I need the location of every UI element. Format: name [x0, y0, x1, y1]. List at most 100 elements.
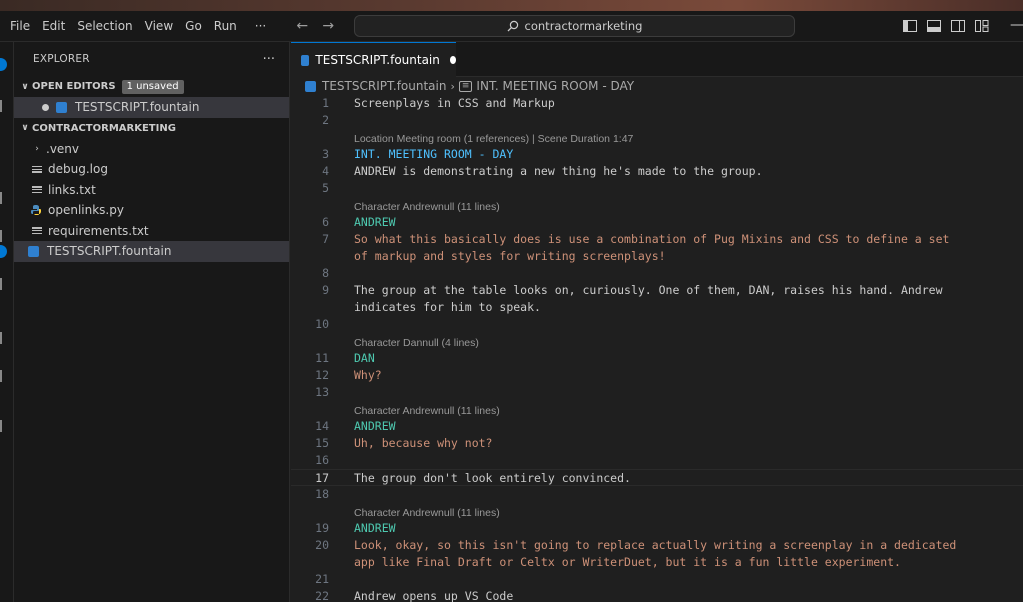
chevron-down-icon: ∨: [21, 123, 29, 133]
tree-item-venv[interactable]: › .venv: [14, 139, 289, 160]
python-file-icon: [31, 205, 41, 216]
line-text: Why?: [354, 368, 382, 382]
codelens[interactable]: Character Andrewnull (11 lines): [291, 503, 1023, 520]
line-text: INT. MEETING ROOM - DAY: [354, 147, 514, 161]
editor-area: TESTSCRIPT.fountain TESTSCRIPT.fountain …: [291, 42, 1023, 602]
code-line[interactable]: 4 ANDREW is demonstrating a new thing he'…: [291, 163, 1023, 180]
menu-selection[interactable]: Selection: [71, 11, 138, 42]
menu-view[interactable]: View: [139, 11, 179, 42]
code-line[interactable]: 21: [291, 571, 1023, 588]
line-number: 1: [322, 96, 329, 110]
code-line[interactable]: 20 Look, okay, so this isn't going to rep…: [291, 537, 1023, 554]
toggle-panel-icon[interactable]: [926, 18, 942, 34]
source-control-icon[interactable]: [0, 192, 8, 204]
code-line[interactable]: 19 ANDREW: [291, 520, 1023, 537]
code-line[interactable]: 8: [291, 265, 1023, 282]
line-text: The group at the table looks on, curious…: [354, 283, 943, 297]
code-line[interactable]: 3 INT. MEETING ROOM - DAY: [291, 146, 1023, 163]
tree-item-testscript-fountain[interactable]: TESTSCRIPT.fountain: [14, 241, 289, 262]
explorer-badge-icon[interactable]: [0, 58, 7, 71]
menu-file[interactable]: File: [4, 11, 36, 42]
codelens[interactable]: Location Meeting room (1 references) | S…: [291, 129, 1023, 146]
explorer-sidebar: EXPLORER ··· ∨ OPEN EDITORS 1 unsaved TE…: [14, 42, 290, 602]
code-line[interactable]: 17 The group don't look entirely convince…: [291, 469, 1023, 486]
tree-item-debug-log[interactable]: debug.log: [14, 159, 289, 180]
menu-edit[interactable]: Edit: [36, 11, 71, 42]
open-editors-label: OPEN EDITORS: [32, 81, 116, 92]
line-text: app like Final Draft or Celtx or WriterD…: [354, 555, 901, 569]
codelens[interactable]: Character Andrewnull (11 lines): [291, 401, 1023, 418]
line-number: 3: [322, 147, 329, 161]
code-line[interactable]: of markup and styles for writing screenp…: [291, 248, 1023, 265]
extensions-badge-icon[interactable]: [0, 245, 7, 258]
open-editor-item[interactable]: TESTSCRIPT.fountain: [14, 97, 289, 118]
customize-layout-icon[interactable]: [974, 18, 990, 34]
run-debug-icon[interactable]: [0, 230, 8, 242]
line-text: So what this basically does is use a com…: [354, 232, 950, 246]
breadcrumb-symbol[interactable]: INT. MEETING ROOM - DAY: [476, 79, 634, 93]
code-editor[interactable]: 1 Screenplays in CSS and Markup 2 Location …: [291, 95, 1023, 602]
project-header[interactable]: ∨ CONTRACTORMARKETING: [14, 118, 289, 139]
code-line[interactable]: 1 Screenplays in CSS and Markup: [291, 95, 1023, 112]
menu-run[interactable]: Run: [208, 11, 243, 42]
explorer-more-icon[interactable]: ···: [263, 52, 275, 67]
code-line[interactable]: 13: [291, 384, 1023, 401]
chevron-right-icon: ›: [450, 79, 455, 93]
menu-go[interactable]: Go: [179, 11, 208, 42]
code-line[interactable]: 2: [291, 112, 1023, 129]
explorer-title: EXPLORER: [33, 53, 90, 65]
code-line[interactable]: 5: [291, 180, 1023, 197]
code-line[interactable]: 6 ANDREW: [291, 214, 1023, 231]
window-top-strip: [0, 0, 1023, 11]
code-line[interactable]: 12 Why?: [291, 367, 1023, 384]
codelens[interactable]: Character Andrewnull (11 lines): [291, 197, 1023, 214]
code-line[interactable]: 11 DAN: [291, 350, 1023, 367]
line-text: ANDREW: [354, 215, 396, 229]
line-number: 13: [315, 385, 329, 399]
unsaved-dot-icon[interactable]: [42, 103, 49, 111]
code-line[interactable]: 14 ANDREW: [291, 418, 1023, 435]
line-text: Look, okay, so this isn't going to repla…: [354, 538, 957, 552]
code-line[interactable]: 22 Andrew opens up VS Code: [291, 588, 1023, 602]
remote-explorer-icon[interactable]: [0, 278, 8, 290]
tab-testscript[interactable]: TESTSCRIPT.fountain: [291, 42, 456, 77]
minimize-icon[interactable]: —: [1010, 17, 1023, 33]
tree-item-requirements-txt[interactable]: requirements.txt: [14, 221, 289, 242]
line-number: 21: [315, 572, 329, 586]
line-text: indicates for him to speak.: [354, 300, 541, 314]
chevron-right-icon: ›: [35, 143, 39, 154]
tree-item-label: openlinks.py: [48, 203, 124, 218]
line-text: Screenplays in CSS and Markup: [354, 96, 555, 110]
unsaved-dot-icon[interactable]: [449, 56, 456, 64]
code-line[interactable]: 18: [291, 486, 1023, 503]
codelens[interactable]: Character Dannull (4 lines): [291, 333, 1023, 350]
explorer-header: EXPLORER ···: [14, 42, 289, 76]
tree-item-links-txt[interactable]: links.txt: [14, 180, 289, 201]
back-arrow-icon[interactable]: ←: [290, 18, 314, 34]
search-icon: [507, 20, 518, 32]
symbol-string-icon: ≡: [458, 80, 473, 92]
command-center-search[interactable]: contractormarketing: [354, 15, 795, 37]
code-line[interactable]: 10: [291, 316, 1023, 333]
toggle-secondary-sidebar-icon[interactable]: [950, 18, 966, 34]
code-line[interactable]: 7 So what this basically does is use a co…: [291, 231, 1023, 248]
fountain-file-icon: [305, 80, 316, 92]
testing-icon[interactable]: [0, 332, 8, 344]
open-editor-label: TESTSCRIPT.fountain: [75, 100, 200, 115]
open-editors-header[interactable]: ∨ OPEN EDITORS 1 unsaved: [14, 76, 289, 97]
alert-icon[interactable]: [0, 420, 8, 432]
code-line[interactable]: app like Final Draft or Celtx or WriterD…: [291, 554, 1023, 571]
menu-more[interactable]: ···: [249, 11, 272, 42]
code-line[interactable]: 9 The group at the table looks on, curiou…: [291, 282, 1023, 299]
tree-item-openlinks-py[interactable]: openlinks.py: [14, 200, 289, 221]
code-line[interactable]: 15 Uh, because why not?: [291, 435, 1023, 452]
star-icon[interactable]: [0, 370, 8, 382]
search-view-icon[interactable]: [0, 100, 8, 112]
toggle-primary-sidebar-icon[interactable]: [902, 18, 918, 34]
text-file-icon: [32, 185, 42, 195]
line-number: 16: [315, 453, 329, 467]
forward-arrow-icon[interactable]: →: [316, 18, 340, 34]
breadcrumb-file[interactable]: TESTSCRIPT.fountain: [322, 79, 446, 93]
code-line[interactable]: indicates for him to speak.: [291, 299, 1023, 316]
code-line[interactable]: 16: [291, 452, 1023, 469]
